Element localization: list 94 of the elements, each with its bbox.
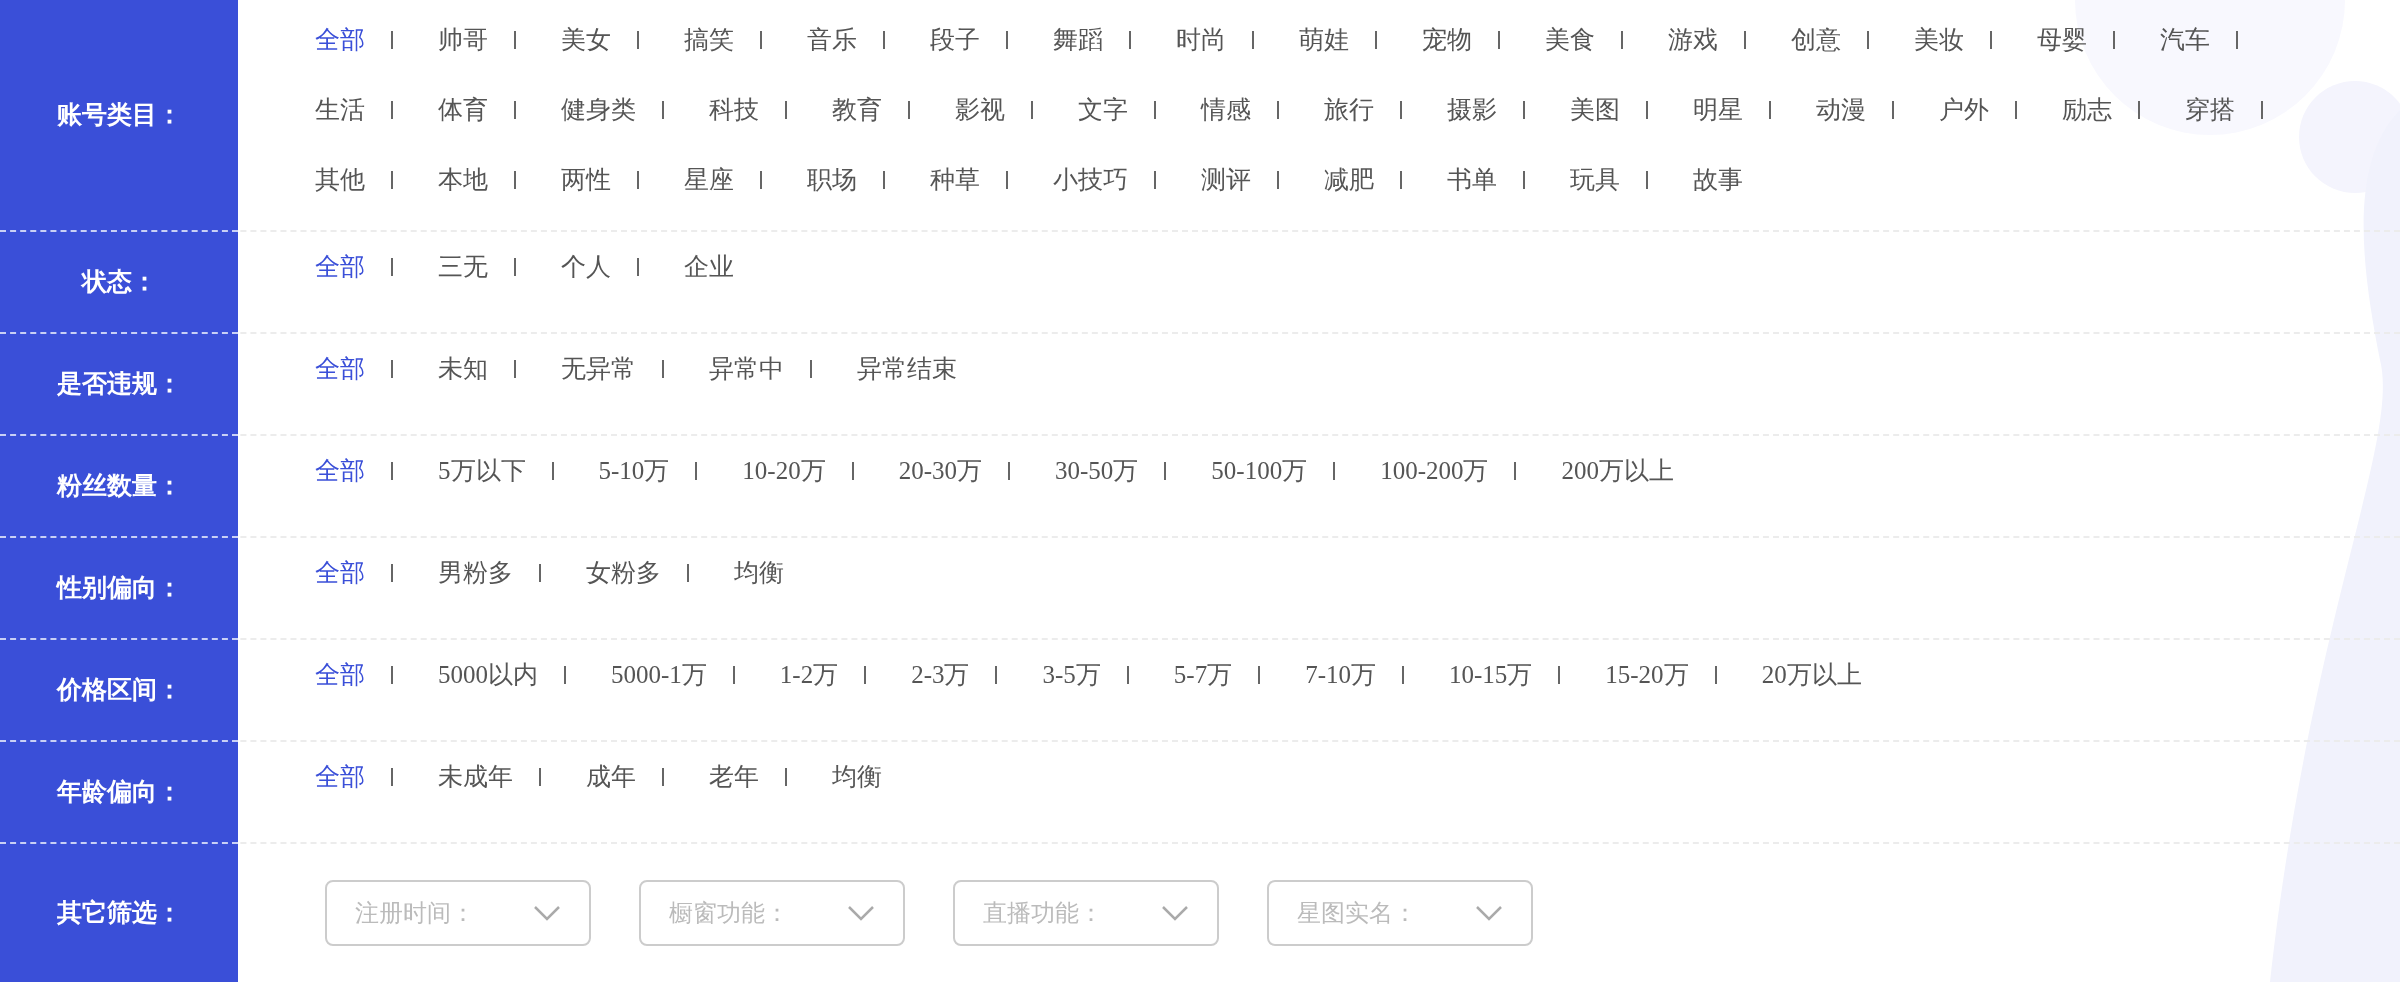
filter-option[interactable]: 户外 [1939,91,1989,129]
filter-option[interactable]: 书单 [1447,161,1497,199]
filter-option[interactable]: 摄影 [1447,91,1497,129]
filter-option[interactable]: 全部 [315,21,365,59]
filter-option[interactable]: 全部 [315,350,365,388]
filter-label: 其它筛选： [56,898,182,929]
filter-option[interactable]: 本地 [438,161,488,199]
filter-option[interactable]: 舞蹈 [1053,21,1103,59]
chevron-down-icon [533,905,561,921]
filter-option[interactable]: 均衡 [832,758,882,796]
filter-option[interactable]: 宠物 [1422,21,1472,59]
filter-option[interactable]: 老年 [709,758,759,796]
filter-option[interactable]: 动漫 [1816,91,1866,129]
filter-option[interactable]: 玩具 [1570,161,1620,199]
filter-option[interactable]: 体育 [438,91,488,129]
filter-option[interactable]: 时尚 [1176,21,1226,59]
filter-label: 价格区间： [56,675,182,706]
filter-option[interactable]: 全部 [315,452,365,490]
filter-option[interactable]: 职场 [807,161,857,199]
filter-option[interactable]: 成年 [586,758,636,796]
filter-option[interactable]: 三无 [438,248,488,286]
filter-option[interactable]: 搞笑 [684,21,734,59]
filter-option[interactable]: 未成年 [438,758,513,796]
filter-option[interactable]: 全部 [315,248,365,286]
filter-label: 状态： [81,267,157,298]
filter-option[interactable]: 励志 [2062,91,2112,129]
filter-option[interactable]: 企业 [684,248,734,286]
filter-option[interactable]: 文字 [1078,91,1128,129]
filter-option[interactable]: 故事 [1693,161,1743,199]
filter-option[interactable]: 30-50万 [1055,452,1139,490]
chevron-down-icon [1475,905,1503,921]
filter-option[interactable]: 异常结束 [857,350,957,388]
filter-option[interactable]: 美妆 [1914,21,1964,59]
filter-option[interactable]: 母婴 [2037,21,2087,59]
filter-option[interactable]: 全部 [315,758,365,796]
filter-option[interactable]: 萌娃 [1299,21,1349,59]
filter-option[interactable]: 星座 [684,161,734,199]
filter-option[interactable]: 200万以上 [1561,452,1674,490]
filter-option[interactable]: 音乐 [807,21,857,59]
filter-label: 性别偏向： [56,573,182,604]
filter-option[interactable]: 段子 [930,21,980,59]
filter-option[interactable]: 5-7万 [1173,656,1233,694]
filter-option[interactable]: 美女 [561,21,611,59]
filter-option[interactable]: 小技巧 [1053,161,1128,199]
filter-option[interactable]: 5000以内 [438,656,538,694]
filter-option[interactable]: 情感 [1201,91,1251,129]
filter-option[interactable]: 影视 [955,91,1005,129]
filter-option[interactable]: 无异常 [561,350,636,388]
filter-option[interactable]: 帅哥 [438,21,488,59]
filter-option[interactable]: 美食 [1545,21,1595,59]
filter-option[interactable]: 5万以下 [438,452,526,490]
filter-option[interactable]: 2-3万 [911,656,970,694]
filter-option[interactable]: 全部 [315,656,365,694]
filter-option[interactable]: 50-100万 [1211,452,1308,490]
filter-option[interactable]: 10-20万 [742,452,826,490]
filter-option[interactable]: 测评 [1201,161,1251,199]
filter-option[interactable]: 创意 [1791,21,1841,59]
filter-option[interactable]: 7-10万 [1305,656,1376,694]
filter-option[interactable]: 科技 [709,91,759,129]
filter-option[interactable]: 5-10万 [598,452,670,490]
filter-option[interactable]: 均衡 [734,554,784,592]
chevron-down-icon [847,905,875,921]
filter-option[interactable]: 汽车 [2160,21,2210,59]
filter-option[interactable]: 美图 [1570,91,1620,129]
filter-label: 粉丝数量： [56,471,182,502]
filter-option[interactable]: 10-15万 [1448,656,1533,694]
filter-option[interactable]: 100-200万 [1380,452,1489,490]
filter-option[interactable]: 女粉多 [586,554,661,592]
filter-option[interactable]: 15-20万 [1605,656,1689,694]
filter-option[interactable]: 两性 [561,161,611,199]
filter-option[interactable]: 全部 [315,554,365,592]
filter-option[interactable]: 未知 [438,350,488,388]
filter-option[interactable]: 健身类 [561,91,636,129]
filter-option[interactable]: 穿搭 [2185,91,2235,129]
filter-option[interactable]: 1-2万 [779,656,839,694]
filter-label: 年龄偏向： [56,777,182,808]
filter-option[interactable]: 男粉多 [438,554,513,592]
filter-option[interactable]: 20-30万 [898,452,982,490]
filter-option[interactable]: 明星 [1693,91,1743,129]
chevron-down-icon [1161,905,1189,921]
filter-option[interactable]: 教育 [832,91,882,129]
filter-option[interactable]: 20万以上 [1761,656,1862,694]
filter-option[interactable]: 游戏 [1668,21,1718,59]
filter-option[interactable]: 异常中 [709,350,784,388]
filter-option[interactable]: 种草 [930,161,980,199]
filter-option[interactable]: 旅行 [1324,91,1374,129]
filter-option[interactable]: 个人 [561,248,611,286]
filter-option[interactable]: 5000-1万 [611,656,707,694]
filter-option[interactable]: 减肥 [1324,161,1374,199]
filter-label: 账号类目： [56,100,182,131]
filter-option[interactable]: 3-5万 [1042,656,1101,694]
filter-option[interactable]: 其他 [315,161,365,199]
filter-label: 是否违规： [56,369,182,400]
filter-option[interactable]: 生活 [315,91,365,129]
